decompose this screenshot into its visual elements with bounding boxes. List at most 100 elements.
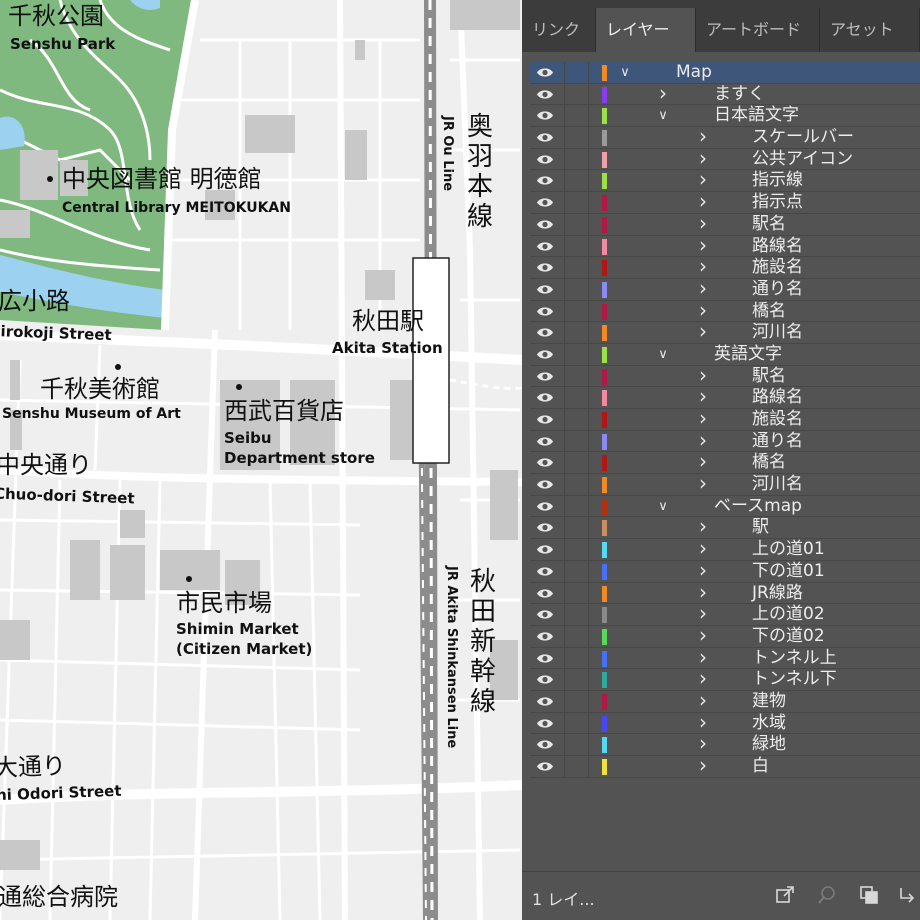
lock-column[interactable] (588, 365, 589, 387)
chevron-right-icon[interactable]: › (696, 148, 710, 168)
locate-object-icon[interactable] (816, 884, 838, 906)
eye-icon[interactable] (536, 370, 554, 383)
lock-column[interactable] (588, 83, 589, 105)
layer-row[interactable]: › 上の道01 (530, 538, 920, 561)
layer-row[interactable]: ∨ 日本語文字 (530, 105, 920, 128)
eye-icon[interactable] (536, 652, 554, 665)
layer-row[interactable]: › トンネル下 (530, 668, 920, 691)
chevron-right-icon[interactable]: › (696, 300, 710, 320)
chevron-right-icon[interactable]: › (696, 538, 710, 558)
tab-assets[interactable]: アセットの (820, 8, 920, 83)
chevron-right-icon[interactable]: › (696, 430, 710, 450)
layer-row[interactable]: › 橋名 (530, 300, 920, 323)
layer-row[interactable]: › 施設名 (530, 408, 920, 431)
chevron-right-icon[interactable]: › (696, 690, 710, 710)
chevron-right-icon[interactable]: › (696, 451, 710, 471)
chevron-right-icon[interactable]: › (696, 516, 710, 536)
layer-row[interactable]: › 施設名 (530, 256, 920, 279)
tab-links[interactable]: リンク (522, 8, 596, 52)
chevron-down-icon[interactable]: ∨ (618, 63, 632, 83)
lock-column[interactable] (588, 647, 589, 669)
lock-column[interactable] (588, 62, 589, 83)
lock-column[interactable] (588, 257, 589, 278)
layer-row[interactable]: › トンネル上 (530, 647, 920, 670)
layer-row[interactable]: › 水域 (530, 712, 920, 735)
layer-row[interactable]: › 公共アイコン (530, 148, 920, 171)
chevron-right-icon[interactable]: › (656, 83, 670, 103)
eye-icon[interactable] (536, 283, 554, 296)
new-sublayer-icon[interactable] (898, 884, 920, 906)
lock-column[interactable] (588, 669, 589, 690)
layer-row[interactable]: › 指示線 (530, 169, 920, 193)
chevron-right-icon[interactable]: › (696, 582, 710, 602)
lock-column[interactable] (588, 625, 589, 647)
lock-column[interactable] (588, 409, 589, 430)
tab-layers[interactable]: レイヤー (596, 8, 696, 52)
layer-row[interactable]: › 河川名 (530, 473, 920, 496)
chevron-down-icon[interactable]: ∨ (656, 345, 670, 365)
layer-row[interactable]: ∨ ベースmap (530, 495, 920, 518)
layer-row[interactable]: › 通り名 (530, 278, 920, 301)
eye-icon[interactable] (536, 543, 554, 556)
eye-icon[interactable] (536, 218, 554, 231)
lock-column[interactable] (588, 170, 589, 192)
layer-row[interactable]: › 路線名 (530, 235, 920, 258)
chevron-right-icon[interactable]: › (696, 755, 710, 775)
layer-row[interactable]: › 駅名 (530, 213, 920, 236)
lock-column[interactable] (588, 430, 589, 452)
eye-icon[interactable] (536, 500, 554, 513)
lock-column[interactable] (588, 560, 589, 582)
layer-row[interactable]: › 橋名 (530, 451, 920, 475)
chevron-right-icon[interactable]: › (696, 321, 710, 341)
layer-row[interactable]: › 路線名 (530, 386, 920, 409)
map-canvas[interactable]: 千秋公園 Senshu Park 中央図書館 明徳館 Central Libra… (0, 0, 522, 920)
eye-icon[interactable] (536, 673, 554, 686)
chevron-right-icon[interactable]: › (696, 668, 710, 688)
lock-column[interactable] (588, 235, 589, 257)
eye-icon[interactable] (536, 565, 554, 578)
eye-icon[interactable] (536, 717, 554, 730)
layer-row[interactable]: › 駅名 (530, 365, 920, 388)
eye-icon[interactable] (536, 695, 554, 708)
eye-icon[interactable] (536, 478, 554, 491)
eye-icon[interactable] (536, 413, 554, 426)
layer-row[interactable]: ∨ Map (530, 62, 920, 84)
layer-row[interactable]: › 通り名 (530, 430, 920, 453)
lock-column[interactable] (588, 148, 589, 170)
chevron-down-icon[interactable]: ∨ (656, 497, 670, 517)
lock-column[interactable] (588, 734, 589, 755)
lock-column[interactable] (588, 213, 589, 235)
chevron-right-icon[interactable]: › (696, 235, 710, 255)
eye-icon[interactable] (536, 521, 554, 534)
eye-icon[interactable] (536, 630, 554, 643)
lock-column[interactable] (588, 539, 589, 560)
layer-row[interactable]: › JR線路 (530, 582, 920, 605)
layer-row[interactable]: › 上の道02 (530, 603, 920, 626)
chevron-right-icon[interactable]: › (696, 256, 710, 276)
chevron-right-icon[interactable]: › (696, 126, 710, 146)
chevron-right-icon[interactable]: › (696, 408, 710, 428)
eye-icon[interactable] (536, 174, 554, 187)
lock-column[interactable] (588, 105, 589, 127)
lock-column[interactable] (588, 387, 589, 408)
eye-icon[interactable] (536, 608, 554, 621)
lock-column[interactable] (588, 517, 589, 539)
layer-row[interactable]: ∨ 英語文字 (530, 343, 920, 366)
eye-icon[interactable] (536, 738, 554, 751)
chevron-right-icon[interactable]: › (696, 712, 710, 732)
eye-icon[interactable] (536, 240, 554, 253)
eye-icon[interactable] (536, 305, 554, 318)
eye-icon[interactable] (536, 88, 554, 101)
eye-icon[interactable] (536, 326, 554, 339)
layer-row[interactable]: › 下の道02 (530, 625, 920, 648)
lock-column[interactable] (588, 300, 589, 322)
lock-column[interactable] (588, 690, 589, 712)
lock-column[interactable] (588, 495, 589, 517)
chevron-down-icon[interactable]: ∨ (656, 106, 670, 126)
layer-row[interactable]: › 河川名 (530, 321, 920, 344)
chevron-right-icon[interactable]: › (696, 625, 710, 645)
eye-icon[interactable] (536, 760, 554, 773)
chevron-right-icon[interactable]: › (696, 473, 710, 493)
eye-icon[interactable] (536, 196, 554, 209)
layer-row[interactable]: › 白 (530, 755, 920, 778)
